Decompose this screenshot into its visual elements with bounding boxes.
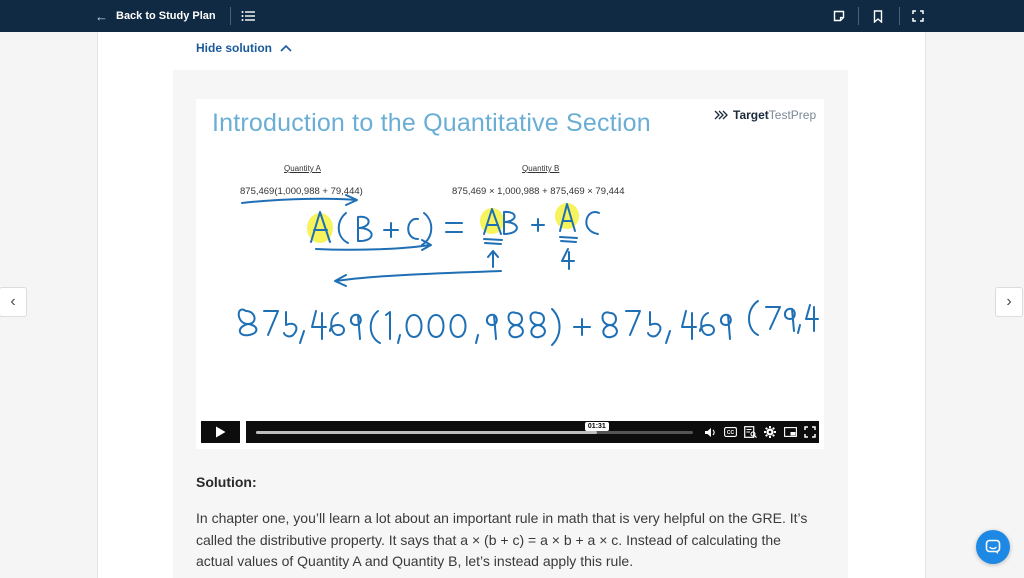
progress-fill: [256, 430, 597, 434]
chat-icon: [985, 539, 1001, 554]
chevron-left-icon: ‹: [10, 293, 16, 310]
top-bar: ← Back to Study Plan: [0, 0, 1024, 32]
previous-question-button[interactable]: ‹: [0, 287, 27, 317]
play-icon: [216, 426, 226, 438]
bookmark-icon[interactable]: [867, 0, 889, 32]
divider: [858, 7, 859, 25]
hide-solution-toggle[interactable]: Hide solution: [196, 41, 292, 55]
fullscreen-icon[interactable]: [907, 0, 929, 32]
control-icons: CC: [703, 421, 817, 443]
back-link-label: Back to Study Plan: [116, 10, 216, 22]
video-controls: 01:31 CC: [201, 421, 819, 443]
chevron-up-icon: [280, 44, 292, 52]
chevron-right-icon: ›: [1006, 293, 1012, 310]
picture-in-picture-icon[interactable]: [783, 425, 797, 439]
current-time-badge: 01:31: [584, 421, 609, 431]
solution-card-header: Hide solution: [173, 32, 848, 70]
solution-heading: Solution:: [196, 474, 257, 490]
transcript-icon[interactable]: [743, 425, 757, 439]
settings-gear-icon[interactable]: [763, 425, 777, 439]
list-icon[interactable]: [237, 0, 259, 32]
video-player[interactable]: Introduction to the Quantitative Section…: [196, 99, 824, 449]
progress-track[interactable]: 01:31: [256, 421, 693, 434]
closed-captions-icon[interactable]: CC: [723, 425, 737, 439]
play-button[interactable]: [201, 421, 240, 443]
solution-body: In chapter one, you’ll learn a lot about…: [196, 510, 808, 569]
svg-text:CC: CC: [726, 430, 734, 436]
next-question-button[interactable]: ›: [995, 287, 1023, 317]
control-bar: 01:31 CC: [246, 421, 819, 443]
note-icon[interactable]: [828, 0, 850, 32]
divider: [899, 7, 900, 25]
handwritten-annotation: [237, 194, 819, 346]
hide-solution-label: Hide solution: [196, 41, 272, 55]
divider: [230, 7, 231, 25]
video-fullscreen-icon[interactable]: [803, 425, 817, 439]
back-to-study-plan-link[interactable]: ← Back to Study Plan: [95, 0, 216, 32]
chat-support-button[interactable]: [976, 530, 1010, 564]
arrow-left-icon: ←: [95, 8, 108, 24]
volume-icon[interactable]: [703, 425, 717, 439]
